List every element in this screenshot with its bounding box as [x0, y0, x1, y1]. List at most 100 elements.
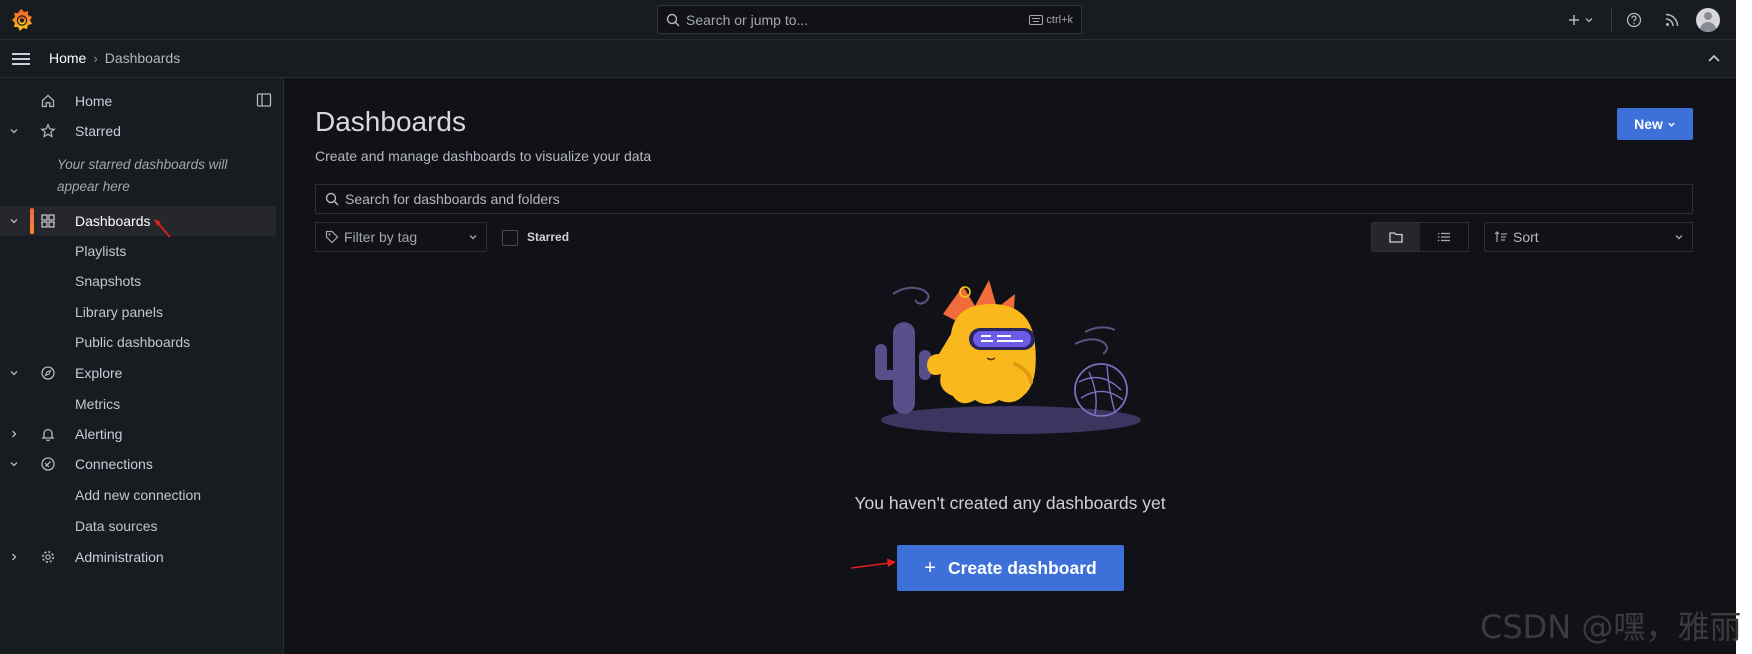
page-subtitle: Create and manage dashboards to visualiz… — [315, 148, 652, 164]
starred-checkbox-label[interactable]: Starred — [527, 230, 569, 244]
chevron-up-icon[interactable] — [1706, 51, 1722, 67]
starred-checkbox[interactable] — [502, 230, 518, 246]
sidebar-item-label: Explore — [75, 365, 123, 381]
breadcrumb-home[interactable]: Home — [49, 50, 86, 66]
divider — [1611, 9, 1612, 31]
annotation-arrow-icon — [154, 219, 171, 238]
new-button-label: New — [1634, 116, 1663, 132]
chevron-down-icon[interactable] — [8, 215, 20, 227]
sidebar-item-snapshots[interactable]: Snapshots — [0, 266, 276, 296]
sidebar-item-connections[interactable]: Connections — [0, 449, 276, 479]
empty-state-mascot-illustration — [875, 280, 1141, 434]
search-icon — [325, 192, 339, 206]
sidebar-item-label: Add new connection — [75, 487, 202, 503]
breadcrumb-separator: › — [93, 50, 98, 66]
grafana-logo-icon[interactable] — [9, 7, 35, 33]
folder-icon — [1389, 232, 1403, 243]
sort-icon — [1494, 231, 1507, 242]
sidebar-item-label: Metrics — [75, 396, 121, 412]
home-icon — [41, 94, 55, 108]
plus-icon — [1569, 15, 1579, 25]
chevron-down-icon — [1668, 122, 1675, 127]
chevron-down-icon — [469, 235, 477, 240]
new-button[interactable]: New — [1617, 108, 1693, 140]
global-search-input[interactable]: Search or jump to... ctrl+k — [657, 5, 1082, 34]
sidebar-item-label: Connections — [75, 456, 153, 472]
plus-icon: + — [924, 556, 936, 579]
sidebar-item-label: Dashboards — [75, 213, 151, 229]
breadcrumb: Home › Dashboards — [49, 50, 180, 66]
user-avatar[interactable] — [1696, 8, 1720, 32]
list-icon — [1437, 232, 1450, 242]
tag-filter-select[interactable]: Filter by tag — [315, 222, 487, 252]
help-button[interactable] — [1620, 6, 1648, 34]
bell-icon — [41, 428, 55, 442]
shortcut-text: ctrl+k — [1046, 13, 1073, 26]
sidebar-item-explore[interactable]: Explore — [0, 358, 276, 388]
sidebar-item-data-sources[interactable]: Data sources — [0, 511, 276, 541]
sidebar-item-label: Alerting — [75, 426, 123, 442]
grafana-app: Search or jump to... ctrl+k Home › Dashb… — [0, 0, 1736, 654]
create-dashboard-label: Create dashboard — [947, 557, 1097, 578]
folder-view-button[interactable] — [1372, 223, 1420, 251]
dashboard-search-placeholder: Search for dashboards and folders — [345, 191, 560, 207]
plug-icon — [41, 457, 55, 471]
sidebar-item-playlists[interactable]: Playlists — [0, 236, 276, 266]
sidebar-item-administration[interactable]: Administration — [0, 542, 276, 572]
page-title: Dashboards — [315, 106, 466, 137]
sidebar-item-label: Library panels — [75, 304, 163, 320]
hamburger-menu-icon[interactable] — [10, 49, 32, 69]
breadcrumb-current: Dashboards — [104, 50, 181, 66]
add-new-button[interactable] — [1563, 6, 1599, 34]
sidebar-item-label: Snapshots — [75, 273, 142, 289]
chevron-down-icon — [1585, 18, 1593, 23]
gear-icon — [42, 551, 54, 563]
sidebar-item-label: Data sources — [75, 518, 158, 534]
search-placeholder: Search or jump to... — [686, 11, 809, 28]
tag-filter-placeholder: Filter by tag — [344, 229, 418, 245]
sidebar: Home Starred Your starred dashboards wil… — [0, 78, 284, 654]
sidebar-item-label: Playlists — [75, 243, 127, 259]
star-icon — [40, 123, 56, 138]
chevron-down-icon[interactable] — [8, 367, 20, 379]
list-view-button[interactable] — [1420, 223, 1468, 251]
sort-select[interactable]: Sort — [1484, 222, 1693, 252]
tag-icon — [325, 230, 339, 244]
sidebar-item-add-new-connection[interactable]: Add new connection — [0, 480, 276, 510]
keyboard-icon — [1029, 14, 1044, 25]
sidebar-item-library-panels[interactable]: Library panels — [0, 297, 276, 327]
starred-empty-hint: Your starred dashboards will appear here — [57, 157, 228, 194]
sort-label: Sort — [1513, 229, 1539, 245]
chevron-down-icon — [1675, 235, 1683, 240]
sidebar-item-public-dashboards[interactable]: Public dashboards — [0, 327, 276, 357]
breadcrumb-bar: Home › Dashboards — [0, 40, 1736, 78]
sidebar-item-label: Home — [75, 93, 113, 109]
dashboard-search-input[interactable]: Search for dashboards and folders — [315, 184, 1693, 214]
compass-icon — [41, 366, 55, 380]
chevron-right-icon[interactable] — [8, 551, 20, 563]
chevron-right-icon[interactable] — [8, 428, 20, 440]
sidebar-item-home[interactable]: Home — [0, 86, 276, 116]
chevron-down-icon[interactable] — [8, 125, 20, 137]
help-icon — [1626, 12, 1642, 28]
top-bar: Search or jump to... ctrl+k — [0, 0, 1736, 40]
keyboard-shortcut-hint: ctrl+k — [1029, 14, 1073, 26]
sidebar-item-metrics[interactable]: Metrics — [0, 389, 276, 419]
watermark-text: CSDN @嘿，雅丽 — [1480, 608, 1742, 646]
top-bar-actions — [1563, 0, 1736, 40]
sidebar-item-label: Administration — [75, 549, 164, 565]
create-dashboard-button[interactable]: + Create dashboard — [897, 545, 1124, 591]
dashboards-grid-icon — [41, 214, 55, 228]
sidebar-item-starred[interactable]: Starred — [0, 116, 276, 146]
annotation-arrow-icon — [850, 558, 896, 569]
chevron-down-icon[interactable] — [8, 458, 20, 470]
sidebar-item-alerting[interactable]: Alerting — [0, 419, 276, 449]
sidebar-item-label: Starred — [75, 123, 121, 139]
view-toggle — [1371, 222, 1469, 252]
search-icon — [666, 13, 680, 26]
sidebar-item-label: Public dashboards — [75, 334, 191, 350]
news-button[interactable] — [1658, 6, 1686, 34]
sidebar-item-dashboards[interactable]: Dashboards — [0, 206, 276, 236]
rss-icon — [1665, 13, 1679, 27]
empty-state-message: You haven't created any dashboards yet — [854, 493, 1166, 513]
